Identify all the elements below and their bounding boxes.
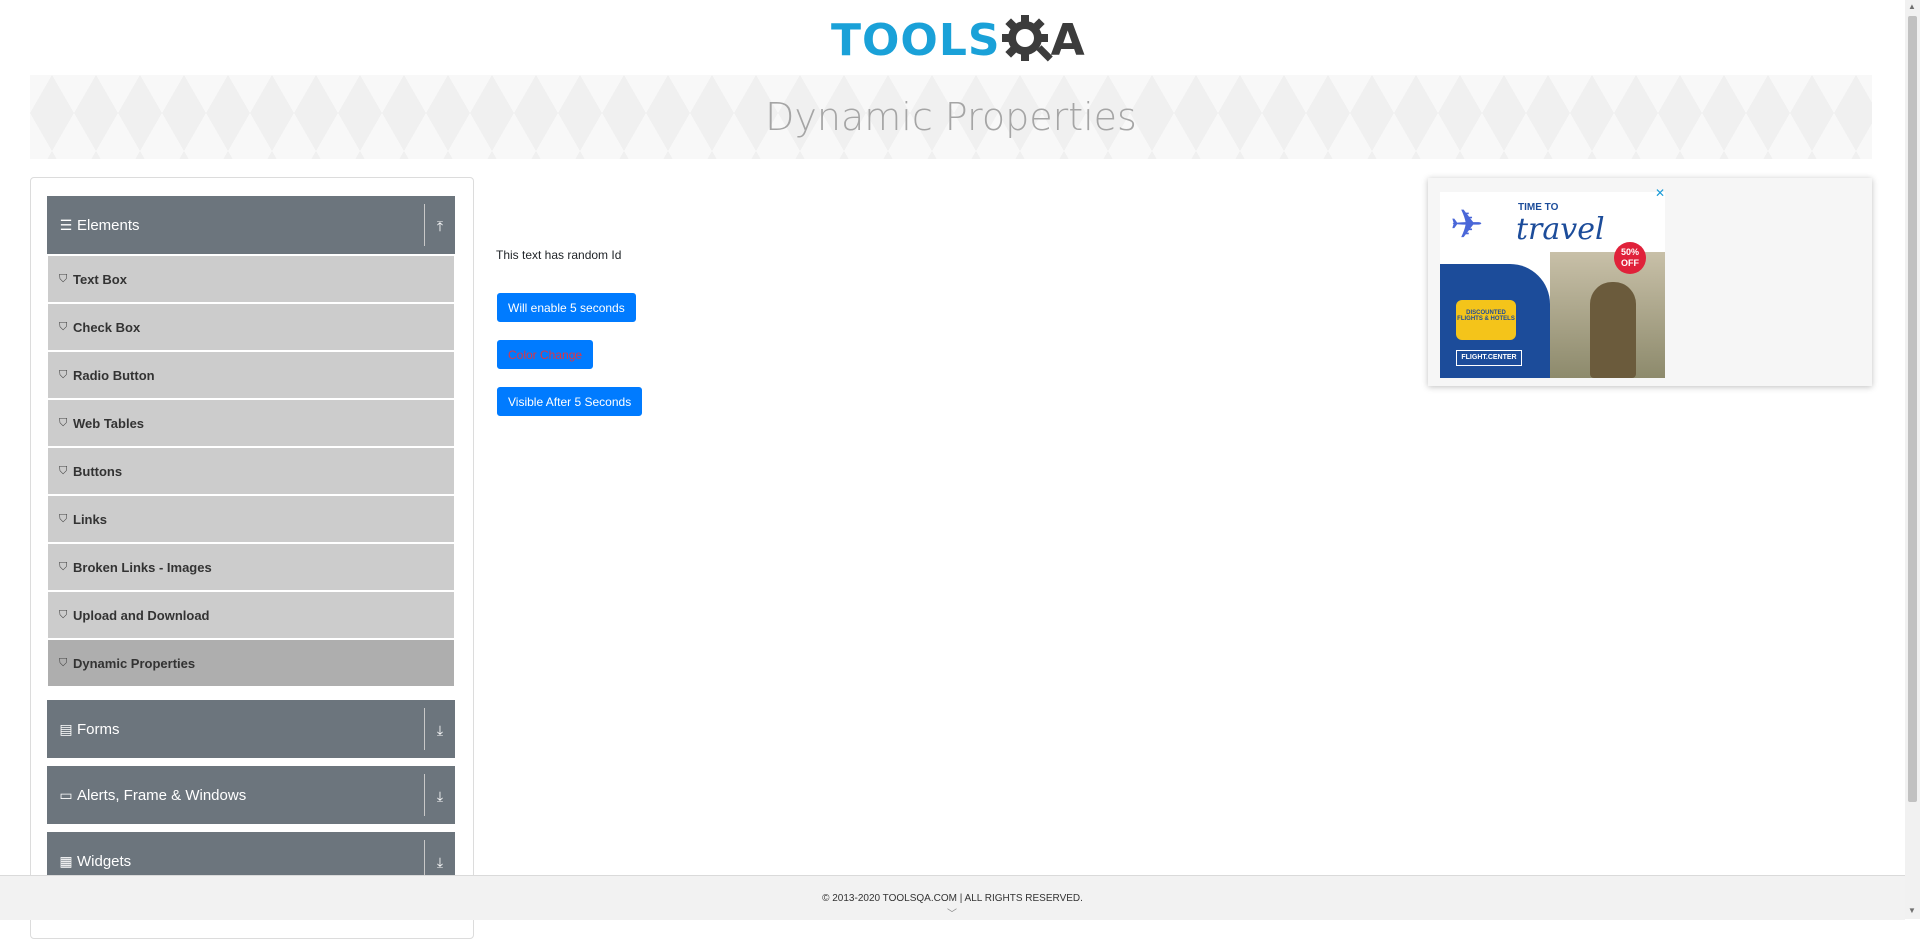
enable-after-button[interactable]: Will enable 5 seconds [497,293,636,322]
hamburger-icon: ☰ [59,216,73,233]
sidebar-item-text-box[interactable]: ⛉ Text Box [48,256,454,302]
shield-icon: ⛉ [59,560,68,573]
collapse-up-icon[interactable]: ⤒ [432,218,448,235]
logo-text-end: A [1050,14,1085,66]
shield-icon: ⛉ [59,416,68,429]
copyright-text: © 2013-2020 TOOLSQA.COM | ALL RIGHTS RES… [822,893,1083,904]
ad-person-figure [1590,282,1636,378]
group-title: Elements [77,216,140,234]
sidebar-item-web-tables[interactable]: ⛉ Web Tables [48,400,454,446]
airplane-icon: ✈ [1450,203,1484,247]
group-header-alerts[interactable]: ▭ Alerts, Frame & Windows ⤓ [47,766,455,824]
page-banner: Dynamic Properties [30,75,1872,159]
scroll-up-icon[interactable]: ▲ [1908,2,1916,11]
chevron-down-icon: ﹀ [947,909,957,920]
page-title: Dynamic Properties [765,95,1137,139]
random-id-text: This text has random Id [496,248,622,262]
sidebar-item-label: Broken Links - Images [73,559,212,575]
ad-brand: FLIGHT.CENTER [1456,350,1522,366]
scroll-down-icon[interactable]: ▼ [1908,906,1916,915]
group-title: Forms [77,720,120,738]
divider [424,204,425,246]
sidebar: ☰ Elements ⤒ ⛉ Text Box ⛉ Check Box ⛉ Ra… [30,177,474,939]
sidebar-item-radio-button[interactable]: ⛉ Radio Button [48,352,454,398]
shield-icon: ⛉ [59,464,68,477]
divider [424,708,425,750]
shield-icon: ⛉ [59,608,68,621]
gear-magnifier-icon [1001,15,1053,62]
window-icon: ▭ [59,786,73,803]
group-title: Widgets [77,852,132,870]
expand-down-icon[interactable]: ⤓ [432,722,448,739]
sidebar-item-check-box[interactable]: ⛉ Check Box [48,304,454,350]
sidebar-item-dynamic-properties[interactable]: ⛉ Dynamic Properties [48,640,454,686]
expand-down-icon[interactable]: ⤓ [432,788,448,805]
sidebar-item-label: Links [73,511,107,527]
grid-icon: ▦ [59,852,73,869]
sidebar-item-label: Web Tables [73,415,145,431]
form-icon: ▤ [59,720,73,737]
shield-icon: ⛉ [59,368,68,381]
vertical-scrollbar[interactable]: ▲ ▼ [1905,0,1920,919]
shield-icon: ⛉ [59,272,68,285]
sidebar-item-buttons[interactable]: ⛉ Buttons [48,448,454,494]
sidebar-item-label: Buttons [73,463,123,479]
expand-down-icon[interactable]: ⤓ [432,854,448,871]
sidebar-item-label: Dynamic Properties [73,655,196,671]
divider [424,774,425,816]
toolsqa-logo[interactable]: TOOLS A [831,12,1085,68]
sidebar-item-links[interactable]: ⛉ Links [48,496,454,542]
sidebar-item-label: Upload and Download [73,607,210,623]
scrollbar-thumb[interactable] [1908,16,1917,802]
footer: © 2013-2020 TOOLSQA.COM | ALL RIGHTS RES… [0,875,1905,920]
sidebar-item-label: Radio Button [73,367,155,383]
shield-icon: ⛉ [59,512,68,525]
visible-after-button[interactable]: Visible After 5 Seconds [497,387,643,416]
ad-travel: travel [1516,212,1605,247]
color-change-button[interactable]: Color Change [497,340,594,369]
logo-text: TOOLS [831,14,1001,66]
group-title: Alerts, Frame & Windows [77,786,247,804]
sidebar-item-label: Check Box [73,319,141,335]
shield-icon: ⛉ [59,320,68,333]
group-header-forms[interactable]: ▤ Forms ⤓ [47,700,455,758]
close-icon[interactable]: ✕ [1655,186,1665,200]
ad-image[interactable]: ✈ TIME TO travel 50% OFF DISCOUNTED FLIG… [1440,192,1665,378]
shield-icon: ⛉ [59,656,68,669]
ad-discount-badge: 50% OFF [1614,242,1646,274]
sidebar-item-label: Text Box [73,271,127,287]
ad-banner[interactable]: ✈ TIME TO travel 50% OFF DISCOUNTED FLIG… [1428,178,1872,386]
ad-discount-bubble: DISCOUNTED FLIGHTS & HOTELS [1456,300,1516,340]
group-header-elements[interactable]: ☰ Elements ⤒ [47,196,455,254]
sidebar-item-upload-download[interactable]: ⛉ Upload and Download [48,592,454,638]
sidebar-item-broken-links[interactable]: ⛉ Broken Links - Images [48,544,454,590]
